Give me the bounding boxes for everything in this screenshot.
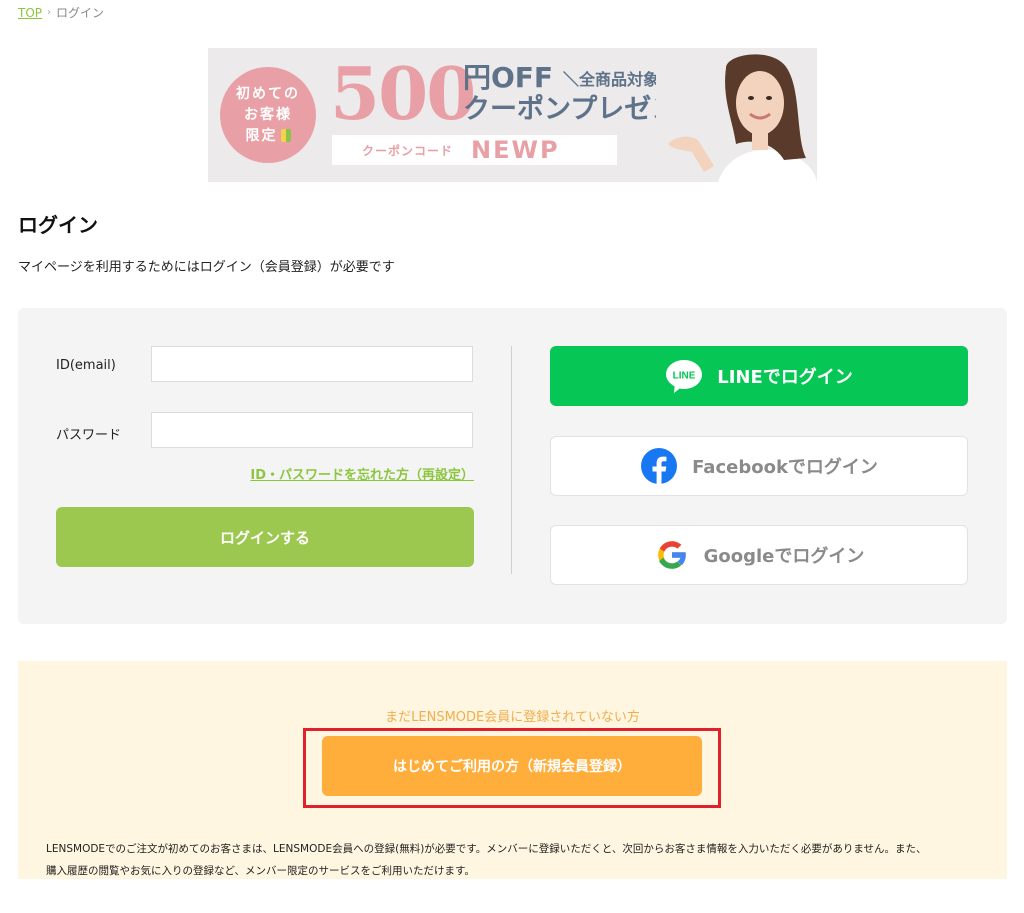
line-icon: LINE (666, 360, 703, 393)
line-login-button[interactable]: LINE LINEでログイン (550, 346, 968, 406)
coupon-code-label: クーポンコード (362, 143, 454, 158)
google-login-button[interactable]: Googleでログイン (550, 525, 968, 585)
breadcrumb: TOP › ログイン (18, 4, 104, 21)
google-login-label: Googleでログイン (703, 546, 865, 567)
line-login-label: LINEでログイン (717, 367, 853, 388)
facebook-icon (641, 448, 678, 484)
badge-line-3: 限定 (245, 127, 278, 144)
register-note-line-1: LENSMODEでのご注文が初めてのお客さまは、LENSMODE会員への登録(無… (46, 843, 927, 855)
breadcrumb-current: ログイン (56, 6, 105, 20)
first-customer-badge: 初めての お客様 限定 (220, 67, 316, 163)
breadcrumb-home-link[interactable]: TOP (18, 6, 42, 20)
coupon-code-box: クーポンコード NEWP (332, 135, 617, 165)
beginner-mark-icon (280, 128, 291, 142)
breadcrumb-separator: › (47, 7, 52, 18)
register-panel: まだLENSMODE会員に登録されていない方 はじめてご利用の方（新規会員登録）… (18, 661, 1007, 879)
id-email-input[interactable] (151, 346, 473, 382)
register-lead-text: まだLENSMODE会員に登録されていない方 (385, 710, 640, 725)
page-description: マイページを利用するためにはログイン（会員登録）が必要です (18, 260, 395, 275)
facebook-login-button[interactable]: Facebookでログイン (550, 436, 968, 496)
login-panel: ID(email) パスワード ID・パスワードを忘れた方（再設定） ログインす… (18, 308, 1007, 624)
badge-line-1: 初めての (236, 85, 300, 102)
new-member-register-button[interactable]: はじめてご利用の方（新規会員登録） (322, 736, 702, 796)
login-button[interactable]: ログインする (56, 507, 474, 567)
line-icon-text: LINE (673, 371, 696, 382)
forgot-password-link[interactable]: ID・パスワードを忘れた方（再設定） (250, 464, 474, 483)
register-note-line-2: 購入履歴の閲覧やお気に入りの登録など、メンバー限定のサービスをご利用いただけます… (46, 865, 475, 877)
badge-line-2: お客様 (244, 106, 292, 123)
panel-divider (511, 346, 512, 574)
google-icon (657, 541, 687, 569)
yen-off-text: 円OFF (463, 61, 554, 94)
register-note: LENSMODEでのご注文が初めてのお客さまは、LENSMODE会員への登録(無… (46, 838, 986, 882)
model-photo (656, 48, 817, 182)
coupon-code-value: NEWP (471, 136, 560, 164)
facebook-login-label: Facebookでログイン (692, 457, 878, 478)
coupon-banner[interactable]: 初めての お客様 限定 500 円OFF ＼全商品対象／ クーポンプレゼント! … (208, 48, 817, 182)
discount-amount: 500 (330, 51, 476, 136)
page-title: ログイン (18, 213, 98, 237)
password-label: パスワード (56, 428, 122, 443)
password-input[interactable] (151, 412, 473, 448)
login-page: TOP › ログイン 初めての お客様 限定 500 円OFF ＼全商品対象／ … (0, 0, 1024, 913)
id-label: ID(email) (56, 358, 116, 373)
